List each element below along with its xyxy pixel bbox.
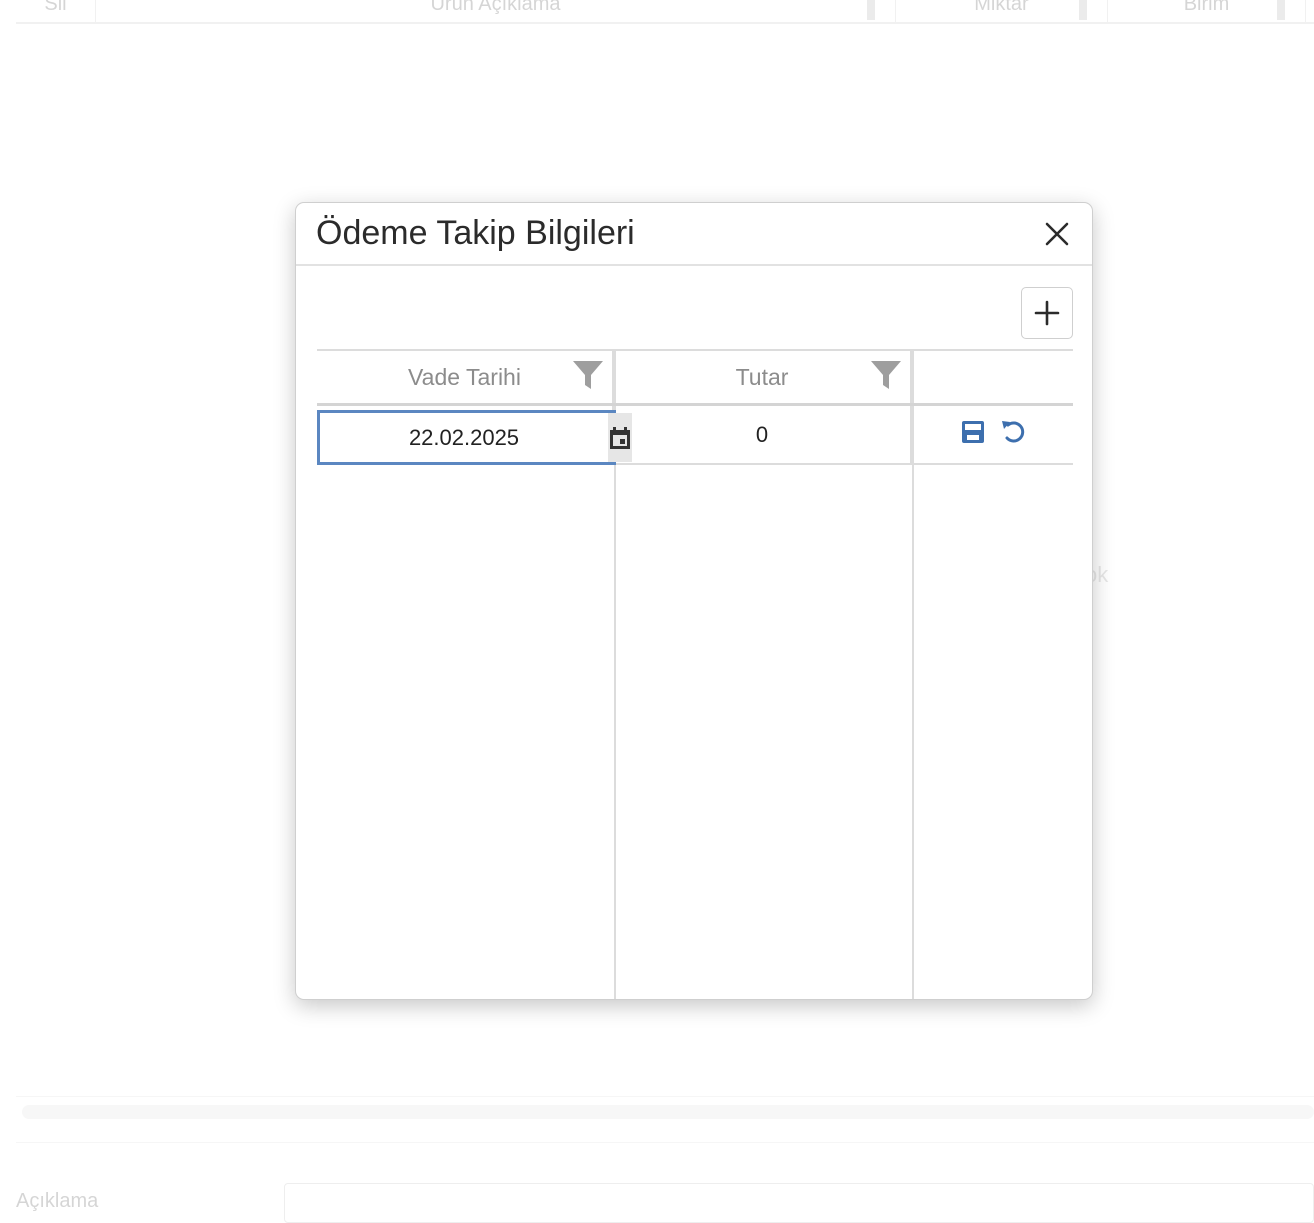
bg-column-miktar: Miktar bbox=[896, 0, 1108, 22]
save-icon bbox=[961, 420, 985, 444]
bg-bottom-input bbox=[284, 1183, 1314, 1223]
bg-column-sil: Sil bbox=[16, 0, 96, 22]
divider bbox=[16, 1096, 1314, 1097]
add-row-button[interactable] bbox=[1021, 287, 1073, 339]
filter-icon bbox=[1079, 0, 1087, 20]
bg-column-urun-aciklama: Ürün Açıklama bbox=[96, 0, 896, 22]
bg-bottom-label: Açıklama bbox=[16, 1190, 98, 1213]
bg-column-label: Birim bbox=[1184, 0, 1230, 16]
vade-tarihi-input[interactable] bbox=[320, 413, 608, 462]
modal-header: Ödeme Takip Bilgileri bbox=[296, 203, 1092, 266]
save-button[interactable] bbox=[960, 419, 986, 445]
table-row: 0 bbox=[317, 406, 1073, 465]
payment-grid: Vade Tarihi Tutar bbox=[317, 349, 1073, 1000]
plus-icon bbox=[1034, 300, 1060, 326]
background-grid-header: Sil Ürün Açıklama Miktar Birim bbox=[16, 0, 1314, 24]
cancel-edit-button[interactable] bbox=[1000, 419, 1026, 445]
horizontal-scrollbar bbox=[22, 1105, 1314, 1119]
odeme-takip-modal: Ödeme Takip Bilgileri Vade Tarihi Tutar bbox=[295, 202, 1093, 1000]
cell-tutar[interactable]: 0 bbox=[614, 406, 912, 463]
row-actions bbox=[960, 419, 1026, 445]
filter-icon[interactable] bbox=[870, 359, 902, 391]
cell-actions bbox=[912, 406, 1073, 463]
bg-column-label: Miktar bbox=[974, 0, 1028, 16]
date-editor bbox=[317, 410, 616, 465]
bg-column-birim: Birim bbox=[1108, 0, 1306, 22]
divider bbox=[16, 1142, 1314, 1143]
bg-column-label: Ürün Açıklama bbox=[430, 0, 560, 16]
filter-icon[interactable] bbox=[572, 359, 604, 391]
undo-icon bbox=[1000, 419, 1026, 445]
tutar-value: 0 bbox=[756, 422, 768, 448]
bg-column-label: Sil bbox=[44, 0, 66, 16]
column-header-label: Vade Tarihi bbox=[408, 364, 521, 391]
cell-vade-tarihi bbox=[317, 406, 614, 463]
filter-icon bbox=[867, 0, 875, 20]
filter-icon bbox=[1277, 0, 1285, 20]
column-header-actions bbox=[912, 351, 1073, 403]
modal-title: Ödeme Takip Bilgileri bbox=[316, 214, 635, 253]
close-button[interactable] bbox=[1042, 219, 1072, 249]
column-header-vade-tarihi[interactable]: Vade Tarihi bbox=[317, 351, 614, 403]
column-header-label: Tutar bbox=[736, 364, 789, 391]
close-icon bbox=[1045, 222, 1069, 246]
grid-header: Vade Tarihi Tutar bbox=[317, 349, 1073, 406]
column-header-tutar[interactable]: Tutar bbox=[614, 351, 912, 403]
